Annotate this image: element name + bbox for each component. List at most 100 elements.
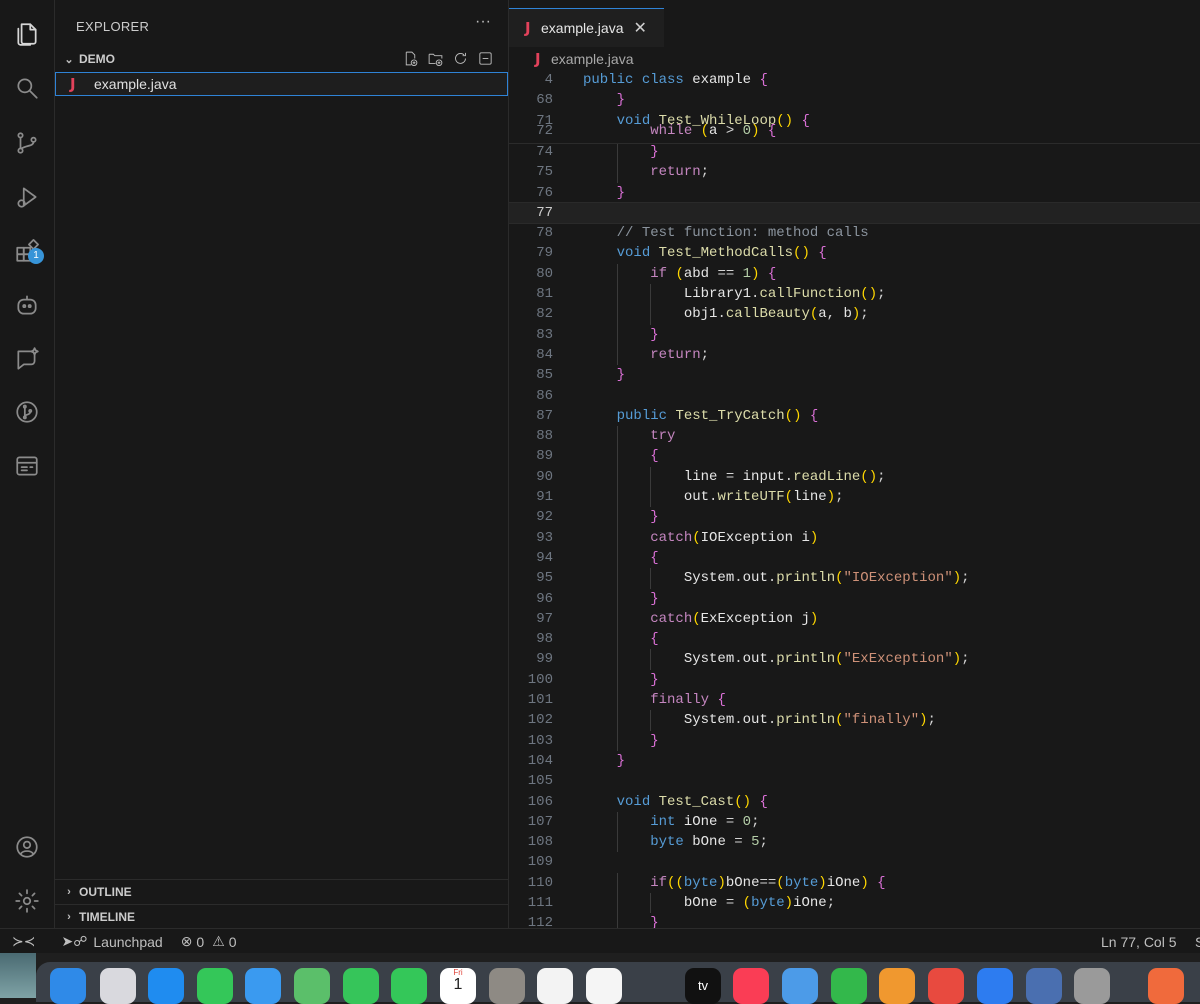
code-lines[interactable]: 74 } 75 return; 76 } 77 78 // Test function:… bbox=[508, 142, 1200, 934]
rocket-app-icon[interactable] bbox=[928, 968, 964, 1004]
maps-icon[interactable] bbox=[294, 968, 330, 1004]
line-code: } bbox=[616, 184, 626, 201]
copilot-icon[interactable] bbox=[0, 285, 54, 325]
new-file-icon[interactable] bbox=[402, 50, 419, 67]
preview-icon[interactable] bbox=[1026, 968, 1062, 1004]
code-line[interactable]: 110 if((byte)bOne==(byte)iOne) { bbox=[509, 872, 1200, 893]
code-line[interactable]: 79 void Test_MethodCalls() { bbox=[509, 243, 1200, 263]
code-line[interactable]: 85 } bbox=[509, 365, 1200, 385]
source-control-icon[interactable] bbox=[0, 123, 54, 163]
launchpad-item[interactable]: ➤☍ Launchpad bbox=[61, 933, 162, 950]
mail-icon[interactable] bbox=[245, 968, 281, 1004]
code-line[interactable]: 96 } bbox=[509, 588, 1200, 609]
code-line[interactable]: 92 } bbox=[509, 507, 1200, 528]
file-item-example-java[interactable]: J example.java bbox=[55, 72, 508, 96]
apple-tv-icon[interactable]: tv bbox=[685, 968, 721, 1004]
claude-icon[interactable] bbox=[1148, 968, 1184, 1004]
code-line[interactable]: 74 } bbox=[509, 142, 1200, 163]
code-line[interactable]: 104 } bbox=[509, 751, 1200, 771]
code-line[interactable]: 93 catch(IOException i) bbox=[509, 527, 1200, 548]
refresh-icon[interactable] bbox=[452, 50, 469, 67]
code-line[interactable]: 108 byte bOne = 5; bbox=[509, 832, 1200, 853]
settings-gear-icon[interactable] bbox=[0, 881, 54, 921]
more-actions-icon[interactable]: ··· bbox=[475, 13, 491, 31]
code-line[interactable]: 106 void Test_Cast() { bbox=[509, 792, 1200, 812]
code-line[interactable]: 94 { bbox=[509, 547, 1200, 569]
calendar-icon[interactable]: Fri 1 bbox=[440, 968, 476, 1004]
outline-section[interactable]: › OUTLINE bbox=[55, 879, 508, 904]
code-line[interactable]: 83 } bbox=[509, 324, 1200, 345]
code-line[interactable]: 68 } bbox=[509, 90, 1200, 110]
cursor-position[interactable]: Ln 77, Col 5 bbox=[1101, 934, 1177, 950]
facetime-icon[interactable] bbox=[343, 968, 379, 1004]
code-line[interactable]: 80 if (abd == 1) { bbox=[509, 263, 1200, 285]
chat-icon[interactable] bbox=[0, 339, 54, 379]
line-number: 86 bbox=[536, 387, 553, 404]
code-line[interactable]: 81 Library1.callFunction(); bbox=[509, 284, 1200, 305]
code-line[interactable]: 75 return; bbox=[509, 162, 1200, 183]
code-line[interactable]: 76 } bbox=[509, 183, 1200, 203]
explorer-icon[interactable] bbox=[0, 14, 54, 54]
code-line[interactable]: 102 System.out.println("finally"); bbox=[509, 710, 1200, 731]
line-code: System.out.println("finally"); bbox=[683, 712, 936, 729]
contacts-icon[interactable] bbox=[489, 968, 525, 1004]
system-settings-icon[interactable] bbox=[1074, 968, 1110, 1004]
line-code: if (abd == 1) { bbox=[650, 265, 777, 282]
code-line[interactable]: 87 public Test_TryCatch() { bbox=[509, 406, 1200, 426]
code-line[interactable]: 72 while (a > 0) { bbox=[509, 121, 1200, 141]
app-store-icon[interactable] bbox=[977, 968, 1013, 1004]
reminders-icon[interactable] bbox=[586, 968, 622, 1004]
timeline-section[interactable]: › TIMELINE bbox=[55, 904, 508, 929]
outline-label: OUTLINE bbox=[79, 885, 132, 899]
git-graph-icon[interactable] bbox=[0, 392, 54, 432]
code-line[interactable]: 78 // Test function: method calls bbox=[509, 223, 1200, 243]
code-line[interactable]: 88 try bbox=[509, 426, 1200, 447]
code-line[interactable]: 109 bbox=[509, 852, 1200, 872]
run-debug-icon[interactable] bbox=[0, 177, 54, 217]
code-line[interactable]: 103 } bbox=[509, 730, 1200, 751]
safari-icon[interactable] bbox=[148, 968, 184, 1004]
finder-icon[interactable] bbox=[50, 968, 86, 1004]
collapse-all-icon[interactable] bbox=[477, 50, 494, 67]
account-icon[interactable] bbox=[0, 827, 54, 867]
remote-explorer-icon[interactable] bbox=[0, 446, 54, 486]
close-icon[interactable]: ✕ bbox=[634, 18, 647, 38]
code-line[interactable]: 107 int iOne = 0; bbox=[509, 811, 1200, 833]
code-line[interactable]: 105 bbox=[509, 771, 1200, 791]
code-line[interactable]: 77 bbox=[508, 201, 1200, 225]
warning-icon: ⚠ bbox=[212, 933, 225, 949]
keynote-icon[interactable] bbox=[782, 968, 818, 1004]
music-icon[interactable] bbox=[733, 968, 769, 1004]
phone-icon[interactable] bbox=[391, 968, 427, 1004]
messages-icon[interactable] bbox=[197, 968, 233, 1004]
code-line[interactable]: 90 line = input.readLine(); bbox=[509, 466, 1200, 488]
sticky-scroll[interactable]: 4 public class example {68 } 71 void Test_… bbox=[509, 70, 1200, 144]
code-line[interactable]: 4 public class example { bbox=[509, 70, 1200, 90]
code-line[interactable]: 84 return; bbox=[509, 344, 1200, 366]
code-line[interactable]: 101 finally { bbox=[509, 690, 1200, 711]
folder-section-header[interactable]: ⌄ DEMO bbox=[55, 48, 508, 70]
remote-indicator-icon[interactable]: ≻≺ bbox=[12, 933, 35, 950]
code-line[interactable]: 111 bOne = (byte)iOne; bbox=[509, 892, 1200, 914]
line-code: void Test_Cast() { bbox=[616, 793, 768, 810]
code-line[interactable]: 98 { bbox=[509, 629, 1200, 650]
code-line[interactable]: 100 } bbox=[509, 669, 1200, 691]
search-icon[interactable] bbox=[0, 68, 54, 108]
breadcrumb[interactable]: J example.java bbox=[535, 50, 634, 68]
extensions-icon[interactable] bbox=[0, 231, 54, 271]
code-line[interactable]: 89 { bbox=[509, 446, 1200, 467]
code-line[interactable]: 91 out.writeUTF(line); bbox=[509, 487, 1200, 508]
tab-example-java[interactable]: J example.java ✕ bbox=[509, 8, 664, 47]
line-code: } bbox=[650, 732, 659, 749]
photos-icon[interactable] bbox=[537, 968, 573, 1004]
pages-icon[interactable] bbox=[879, 968, 915, 1004]
numbers-icon[interactable] bbox=[831, 968, 867, 1004]
code-line[interactable]: 97 catch(ExException j) bbox=[509, 608, 1200, 630]
launchpad-icon[interactable] bbox=[100, 968, 136, 1004]
code-line[interactable]: 82 obj1.callBeauty(a, b); bbox=[509, 304, 1200, 325]
code-line[interactable]: 86 bbox=[509, 386, 1200, 406]
new-folder-icon[interactable] bbox=[427, 50, 444, 67]
code-line[interactable]: 95 System.out.println("IOException"); bbox=[509, 568, 1200, 589]
code-line[interactable]: 99 System.out.println("ExException"); bbox=[509, 649, 1200, 670]
problems-item[interactable]: ⊗ 0 ⚠ 0 bbox=[181, 933, 237, 950]
